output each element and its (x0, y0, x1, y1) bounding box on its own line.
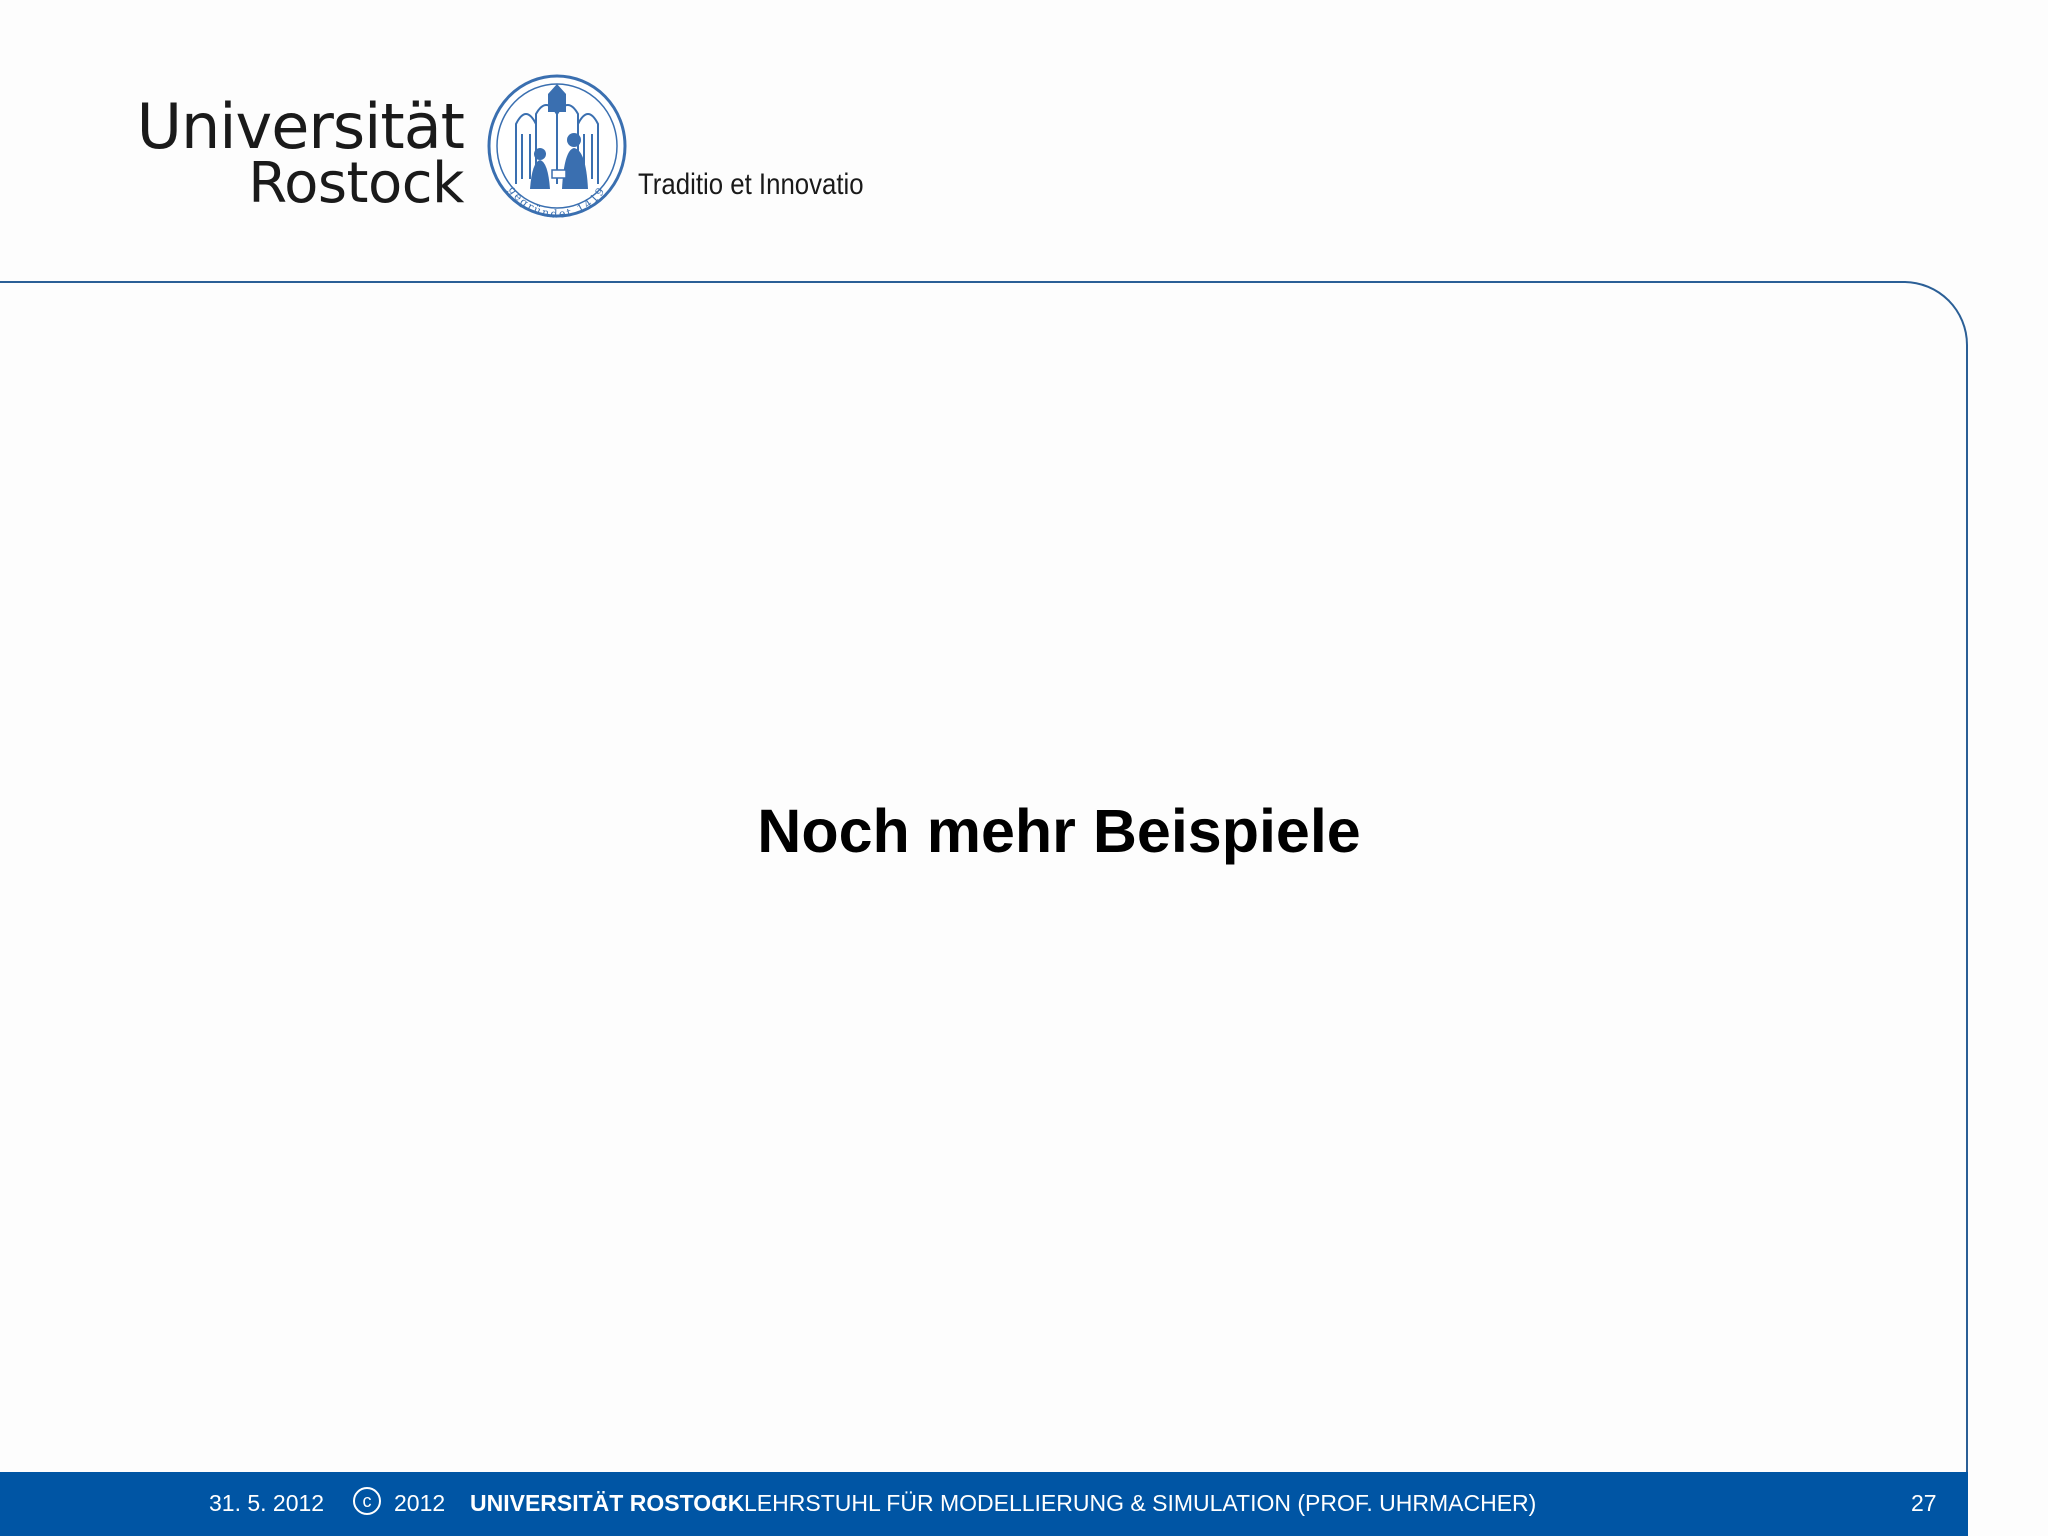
logo-line-universitaet: Universität (136, 90, 465, 163)
content-frame (0, 281, 1968, 1536)
university-seal-icon: gegründet 1419 (487, 74, 627, 221)
footer-date: 31. 5. 2012 (209, 1490, 325, 1516)
footer-separator: I (720, 1490, 727, 1516)
copyright-icon: c (353, 1487, 381, 1515)
slide-title: Noch mehr Beispiele (757, 797, 1361, 865)
logo-line-rostock: Rostock (248, 151, 464, 216)
footer-bar: 31. 5. 2012 c 2012 UNIVERSITÄT ROSTOCK I… (0, 1472, 1968, 1536)
slide: Universität Rostock gegründet 1419 Tradi… (0, 0, 2048, 1536)
footer-copyright-year: 2012 (394, 1490, 446, 1516)
university-logo-wordmark: Universität Rostock (134, 90, 465, 216)
page-number: 27 (1911, 1490, 1937, 1516)
footer-university: UNIVERSITÄT ROSTOCK (470, 1490, 745, 1516)
footer-chair: LEHRSTUHL FÜR MODELLIERUNG & SIMULATION … (744, 1490, 1537, 1516)
university-motto: Traditio et Innovatio (638, 168, 864, 201)
